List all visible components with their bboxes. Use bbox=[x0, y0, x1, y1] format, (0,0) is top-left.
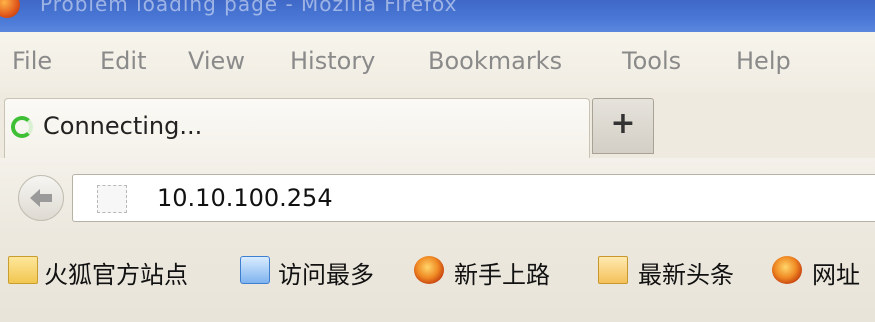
firefox-icon bbox=[414, 256, 444, 284]
menu-file[interactable]: File bbox=[12, 47, 52, 75]
window-titlebar: Problem loading page - Mozilla Firefox bbox=[0, 0, 875, 32]
menu-history[interactable]: History bbox=[290, 47, 375, 75]
url-input[interactable]: 10.10.100.254 bbox=[157, 184, 333, 212]
navigation-toolbar: 10.10.100.254 bbox=[0, 158, 875, 234]
tab-title: Connecting... bbox=[43, 112, 203, 140]
menu-edit[interactable]: Edit bbox=[100, 47, 146, 75]
menu-view[interactable]: View bbox=[188, 47, 245, 75]
bookmark-label: 火狐官方站点 bbox=[44, 261, 188, 289]
bookmarks-toolbar: 火狐官方站点 访问最多 新手上路 最新头条 网址 bbox=[0, 234, 875, 322]
new-tab-button[interactable]: + bbox=[592, 98, 654, 154]
tab-strip: Connecting... + bbox=[0, 92, 875, 159]
bookmark-label: 最新头条 bbox=[638, 261, 734, 289]
bookmark-label: 网址 bbox=[812, 261, 860, 289]
loading-spinner-icon bbox=[11, 116, 33, 138]
back-arrow-icon bbox=[30, 189, 52, 207]
bookmark-label: 访问最多 bbox=[278, 261, 374, 289]
rss-feed-icon bbox=[598, 256, 628, 284]
tab-active[interactable]: Connecting... bbox=[4, 98, 590, 159]
folder-icon bbox=[8, 256, 38, 284]
menu-bar: File Edit View History Bookmarks Tools H… bbox=[0, 32, 875, 92]
window-title: Problem loading page - Mozilla Firefox bbox=[40, 0, 458, 16]
menu-help[interactable]: Help bbox=[736, 47, 791, 75]
back-button[interactable] bbox=[18, 175, 64, 221]
menu-bookmarks[interactable]: Bookmarks bbox=[428, 47, 562, 75]
site-identity-icon[interactable] bbox=[97, 185, 127, 213]
search-folder-icon bbox=[240, 256, 270, 284]
bookmark-label: 新手上路 bbox=[454, 261, 550, 289]
firefox-icon bbox=[772, 256, 802, 284]
url-bar[interactable]: 10.10.100.254 bbox=[72, 174, 875, 222]
firefox-app-icon bbox=[0, 0, 20, 18]
menu-tools[interactable]: Tools bbox=[622, 47, 681, 75]
